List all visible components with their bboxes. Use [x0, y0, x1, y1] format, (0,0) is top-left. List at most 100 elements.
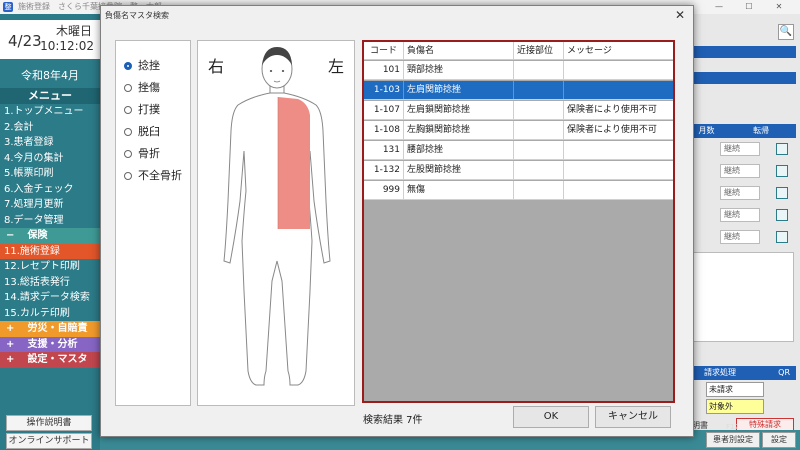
injury-result-table: コード 負傷名 近接部位 メッセージ 101 頸部捻挫 1-103 左肩関節捻挫… [362, 40, 675, 403]
col-header-near[interactable]: 近接部位 [514, 42, 564, 59]
outcome-select[interactable]: 継続 [720, 142, 760, 156]
info-band: 別 [680, 46, 796, 58]
menu-section-workers-comp[interactable]: + 労災・自賠責 [0, 321, 100, 337]
table-header: コード 負傷名 近接部位 メッセージ [364, 42, 673, 60]
table-row-selected[interactable]: 1-103 左肩関節捻挫 [364, 81, 673, 100]
radio-label: 脱臼 [138, 125, 160, 138]
expand-icon: + [6, 323, 15, 334]
dialog-title: 負傷名マスタ検索 [105, 11, 169, 20]
body-diagram-panel: 右 左 [197, 40, 355, 406]
cell-name: 左肩鎖関節捻挫 [404, 101, 514, 119]
expand-icon: + [6, 354, 15, 365]
f12-label: F12 [726, 423, 739, 431]
patient-setting-button[interactable]: 患者別設定 [706, 432, 760, 448]
table-row[interactable]: 1-132 左股関節捻挫 [364, 161, 673, 180]
menu-item-monthly-summary[interactable]: 4.今月の集計 [0, 151, 100, 167]
cell-code: 1-108 [364, 121, 404, 139]
cell-message [564, 61, 673, 79]
section-label: 労災・自賠責 [27, 323, 88, 334]
settings-button[interactable]: 設定 [762, 432, 796, 448]
expand-icon: + [6, 338, 15, 350]
table-row[interactable]: 101 頸部捻挫 [364, 61, 673, 80]
outcome-select[interactable]: 継続 [720, 208, 760, 222]
menu-list: 1.トップメニュー 2.会計 3.患者登録 4.今月の集計 5.帳票印刷 6.入… [0, 104, 100, 368]
table-row[interactable]: 1-108 左胸鎖関節捻挫 保険者により使用不可 [364, 121, 673, 140]
col-header-message[interactable]: メッセージ [564, 42, 673, 59]
menu-item-request-data-search[interactable]: 14.請求データ検索 [0, 290, 100, 306]
menu-section-insurance[interactable]: − 保険 [0, 228, 100, 244]
cell-name: 無傷 [404, 181, 514, 199]
cell-near [514, 141, 564, 159]
current-time: 10:12:02 [40, 39, 94, 53]
table-row[interactable]: 999 無傷 [364, 181, 673, 200]
menu-item-accounting[interactable]: 2.会計 [0, 120, 100, 136]
manual-button[interactable]: 操作説明書 [6, 415, 92, 431]
window-controls: — ☐ ✕ [704, 0, 794, 14]
menu-header: メニュー [0, 88, 100, 104]
cell-code: 999 [364, 181, 404, 199]
cell-message: 保険者により使用不可 [567, 125, 657, 135]
cell-near [514, 81, 564, 99]
table-row[interactable]: 131 腰部捻挫 [364, 141, 673, 160]
document-icon[interactable] [776, 231, 788, 243]
radio-bruise[interactable]: 打撲 [124, 103, 160, 117]
radio-label: 不全骨折 [138, 169, 182, 182]
request-target-select[interactable]: 対象外 [706, 399, 764, 414]
radio-icon [124, 106, 132, 114]
radio-icon [124, 150, 132, 158]
highlight-left-shoulder [278, 97, 310, 229]
search-icon[interactable]: 🔍 [778, 24, 794, 40]
radio-icon [124, 128, 132, 136]
cell-code: 1-132 [364, 161, 404, 179]
menu-section-support-analysis[interactable]: + 支援・分析 [0, 336, 100, 352]
radio-label: 打撲 [138, 103, 160, 116]
menu-item-treatment-registration[interactable]: 11.施術登録 [0, 243, 100, 259]
document-icon[interactable] [776, 165, 788, 177]
table-row[interactable]: 1-107 左肩鎖関節捻挫 保険者により使用不可 [364, 101, 673, 120]
radio-sprain[interactable]: 捻挫 [124, 59, 160, 73]
maximize-button[interactable]: ☐ [734, 0, 764, 14]
processing-month: 令和8年4月 [21, 69, 79, 82]
cell-message: 保険者により使用不可 [567, 105, 657, 115]
section-label: 保険 [27, 230, 48, 241]
notes-area[interactable] [684, 252, 794, 342]
cell-code: 1-103 [364, 81, 404, 99]
menu-item-form-print[interactable]: 5.帳票印刷 [0, 166, 100, 182]
menu-item-summary-issue[interactable]: 13.総括表発行 [0, 275, 100, 291]
document-icon[interactable] [776, 143, 788, 155]
menu-item-receipt-print[interactable]: 12.レセプト印刷 [0, 259, 100, 275]
outcome-select[interactable]: 継続 [720, 230, 760, 244]
outcome-select[interactable]: 継続 [720, 164, 760, 178]
request-status-select[interactable]: 未請求 [706, 382, 764, 397]
document-icon[interactable] [776, 187, 788, 199]
ok-button[interactable]: OK [513, 406, 589, 428]
radio-icon [124, 172, 132, 180]
minimize-button[interactable]: — [704, 0, 734, 14]
cell-code: 101 [364, 61, 404, 79]
document-icon[interactable] [776, 209, 788, 221]
col-header-name[interactable]: 負傷名 [404, 42, 514, 59]
outcome-select[interactable]: 継続 [720, 186, 760, 200]
cell-near [514, 101, 564, 119]
body-figure[interactable] [198, 41, 356, 407]
cell-name: 左胸鎖関節捻挫 [404, 121, 514, 139]
cell-code: 131 [364, 141, 404, 159]
menu-item-patient-registration[interactable]: 3.患者登録 [0, 135, 100, 151]
menu-item-payment-check[interactable]: 6.入金チェック [0, 182, 100, 198]
dialog-close-icon[interactable]: ✕ [673, 8, 687, 22]
close-button[interactable]: ✕ [764, 0, 794, 14]
radio-incomplete-fracture[interactable]: 不全骨折 [124, 169, 182, 183]
cancel-button[interactable]: キャンセル [595, 406, 671, 428]
menu-item-month-update[interactable]: 7.処理月更新 [0, 197, 100, 213]
menu-item-data-management[interactable]: 8.データ管理 [0, 213, 100, 229]
app-icon: 整 [3, 2, 13, 12]
radio-contusion-strain[interactable]: 挫傷 [124, 81, 160, 95]
menu-item-chart-print[interactable]: 15.カルテ印刷 [0, 306, 100, 322]
radio-fracture[interactable]: 骨折 [124, 147, 160, 161]
radio-dislocation[interactable]: 脱臼 [124, 125, 160, 139]
menu-item-top[interactable]: 1.トップメニュー [0, 104, 100, 120]
online-support-button[interactable]: オンラインサポート [6, 433, 92, 449]
menu-section-settings-master[interactable]: + 設定・マスタ [0, 352, 100, 368]
section-label: 支援・分析 [27, 338, 78, 350]
col-header-code[interactable]: コード [364, 42, 404, 59]
